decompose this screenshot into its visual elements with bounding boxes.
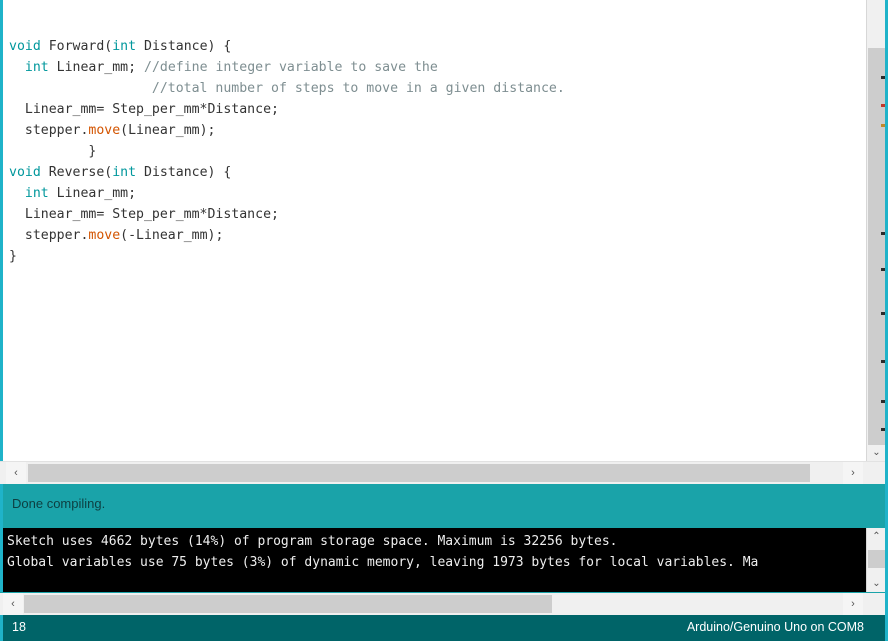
code-line: stepper.move(-Linear_mm); bbox=[9, 225, 861, 246]
code-line: int Linear_mm; bbox=[9, 183, 861, 204]
console-text: Sketch uses 4662 bytes (14%) of program … bbox=[7, 531, 865, 573]
board-and-port-label: Arduino/Genuino Uno on COM8 bbox=[686, 620, 864, 634]
bottom-status-bar: 18 Arduino/Genuino Uno on COM8 bbox=[0, 615, 888, 641]
code-line: stepper.move(Linear_mm); bbox=[9, 120, 861, 141]
code-token: stepper. bbox=[9, 228, 89, 243]
code-token: Reverse( bbox=[40, 165, 113, 180]
code-line: } bbox=[9, 141, 861, 162]
chevron-up-icon[interactable]: ⌃ bbox=[867, 528, 886, 545]
console-horizontal-scrollbar[interactable]: ‹ › bbox=[0, 592, 888, 615]
chevron-right-icon[interactable]: › bbox=[843, 462, 863, 484]
code-text-area[interactable]: void Forward(int Distance) { int Linear_… bbox=[3, 0, 861, 461]
code-token: Forward( bbox=[40, 39, 113, 54]
code-token: move bbox=[88, 123, 121, 138]
code-token: } bbox=[9, 249, 17, 264]
chevron-down-icon[interactable]: ⌄ bbox=[867, 443, 886, 461]
console-vertical-scrollbar-thumb[interactable] bbox=[868, 550, 885, 568]
code-token: (-Linear_mm); bbox=[120, 228, 224, 243]
console-line: Global variables use 75 bytes (3%) of dy… bbox=[7, 555, 759, 570]
cursor-line-number: 18 bbox=[12, 620, 26, 634]
code-token: Distance) { bbox=[136, 165, 232, 180]
code-token: int bbox=[24, 60, 49, 75]
code-line: Linear_mm= Step_per_mm*Distance; bbox=[9, 99, 861, 120]
editor-horizontal-scrollbar-thumb[interactable] bbox=[28, 464, 810, 482]
editor-vertical-scrollbar[interactable]: ⌄ bbox=[866, 0, 885, 461]
editor-pane: void Forward(int Distance) { int Linear_… bbox=[0, 0, 888, 461]
chevron-down-icon[interactable]: ⌄ bbox=[867, 575, 886, 592]
code-token: stepper. bbox=[9, 123, 89, 138]
code-line: void Reverse(int Distance) { bbox=[9, 162, 861, 183]
code-line: Linear_mm= Step_per_mm*Distance; bbox=[9, 204, 861, 225]
code-token: Linear_mm; bbox=[48, 186, 137, 201]
console-horizontal-scrollbar-thumb[interactable] bbox=[24, 595, 552, 613]
status-strip: Done compiling. bbox=[0, 484, 888, 528]
code-token: (Linear_mm); bbox=[120, 123, 216, 138]
code-token: int bbox=[24, 186, 49, 201]
code-token: //total number of steps to move in a giv… bbox=[9, 81, 565, 96]
code-line: //total number of steps to move in a giv… bbox=[9, 78, 861, 99]
code-token: Linear_mm; bbox=[48, 60, 144, 75]
code-line: void Forward(int Distance) { bbox=[9, 36, 861, 57]
code-token: Linear_mm= Step_per_mm*Distance; bbox=[9, 102, 279, 117]
console-line: Sketch uses 4662 bytes (14%) of program … bbox=[7, 534, 618, 549]
code-token: move bbox=[88, 228, 121, 243]
chevron-right-icon[interactable]: › bbox=[843, 593, 863, 615]
code-token: int bbox=[112, 165, 137, 180]
editor-vertical-scrollbar-thumb[interactable] bbox=[868, 48, 885, 445]
code-line: } bbox=[9, 246, 861, 267]
status-message: Done compiling. bbox=[12, 496, 106, 511]
code-token: } bbox=[9, 144, 97, 159]
code-token: int bbox=[112, 39, 137, 54]
console-vertical-scrollbar[interactable]: ⌃ ⌄ bbox=[866, 528, 885, 592]
chevron-left-icon[interactable]: ‹ bbox=[6, 462, 26, 484]
code-token: Distance) { bbox=[136, 39, 232, 54]
console-output-pane[interactable]: Sketch uses 4662 bytes (14%) of program … bbox=[0, 528, 888, 592]
arduino-ide-window: void Forward(int Distance) { int Linear_… bbox=[0, 0, 888, 641]
code-token: //define integer variable to save the bbox=[144, 60, 438, 75]
code-line: int Linear_mm; //define integer variable… bbox=[9, 57, 861, 78]
editor-horizontal-scrollbar[interactable]: ‹ › bbox=[0, 461, 888, 484]
chevron-left-icon[interactable]: ‹ bbox=[3, 593, 23, 615]
code-token: void bbox=[9, 165, 41, 180]
code-token: void bbox=[9, 39, 41, 54]
code-token: Linear_mm= Step_per_mm*Distance; bbox=[9, 207, 279, 222]
